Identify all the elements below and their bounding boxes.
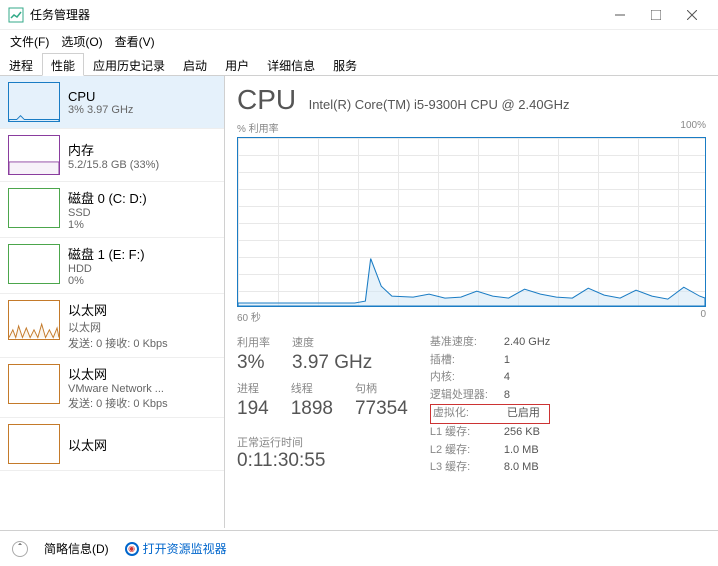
taskmgr-icon (8, 7, 24, 23)
disk-thumb (8, 244, 60, 284)
cpu-model: Intel(R) Core(TM) i5-9300H CPU @ 2.40GHz (309, 97, 570, 112)
cpu-thumb (8, 82, 60, 122)
ethernet-thumb (8, 364, 60, 404)
cpu-chart (237, 137, 706, 307)
cpu-heading: CPU (237, 84, 296, 116)
sidebar-item-memory[interactable]: 内存5.2/15.8 GB (33%) (0, 129, 224, 182)
virtualization-value: 已启用 (507, 405, 540, 423)
stat-threads: 1898 (291, 398, 333, 420)
menubar: 文件(F) 选项(O) 查看(V) (0, 30, 718, 52)
sidebar-item-disk1[interactable]: 磁盘 1 (E: F:)HDD0% (0, 238, 224, 294)
virtualization-row: 虚拟化:已启用 (430, 404, 550, 424)
open-resmon-link[interactable]: 打开资源监视器 (143, 540, 227, 557)
close-button[interactable] (674, 1, 710, 29)
sidebar-item-ethernet2[interactable]: 以太网 (0, 418, 224, 471)
memory-thumb (8, 135, 60, 175)
tab-history[interactable]: 应用历史记录 (84, 53, 174, 76)
tab-startup[interactable]: 启动 (174, 53, 216, 76)
cpu-details: 基准速度:2.40 GHz 插槽:1 内核:4 逻辑处理器:8 虚拟化:已启用 … (430, 334, 550, 477)
resmon-icon: ◉ (125, 542, 139, 556)
main-panel: CPU Intel(R) Core(TM) i5-9300H CPU @ 2.4… (225, 76, 718, 528)
menu-file[interactable]: 文件(F) (6, 31, 53, 52)
disk-thumb (8, 188, 60, 228)
tab-processes[interactable]: 进程 (0, 53, 42, 76)
footer: ˆ 简略信息(D) ◉ 打开资源监视器 (0, 530, 718, 566)
sidebar-label: CPU (68, 89, 133, 104)
sidebar-item-ethernet0[interactable]: 以太网以太网发送: 0 接收: 0 Kbps (0, 294, 224, 358)
menu-options[interactable]: 选项(O) (57, 31, 106, 52)
tab-users[interactable]: 用户 (216, 53, 258, 76)
stat-speed: 3.97 GHz (292, 352, 372, 374)
chart-area (238, 259, 705, 306)
stat-utilization: 3% (237, 352, 270, 374)
fewer-details-link[interactable]: 简略信息(D) (44, 540, 109, 557)
tab-performance[interactable]: 性能 (42, 53, 84, 76)
tab-services[interactable]: 服务 (324, 53, 366, 76)
stat-handles: 77354 (355, 398, 408, 420)
window-title: 任务管理器 (30, 6, 602, 23)
ethernet-thumb (8, 424, 60, 464)
maximize-button[interactable] (638, 1, 674, 29)
tabs: 进程 性能 应用历史记录 启动 用户 详细信息 服务 (0, 52, 718, 76)
stat-processes: 194 (237, 398, 269, 420)
sidebar-item-disk0[interactable]: 磁盘 0 (C: D:)SSD1% (0, 182, 224, 238)
chart-y-max: 100% (680, 120, 706, 135)
minimize-button[interactable] (602, 1, 638, 29)
titlebar: 任务管理器 (0, 0, 718, 30)
sidebar-item-cpu[interactable]: CPU3% 3.97 GHz (0, 76, 224, 129)
chart-y-label: % 利用率 (237, 120, 279, 135)
chart-x-left: 60 秒 (237, 309, 261, 324)
chevron-up-icon[interactable]: ˆ (12, 541, 28, 557)
chart-x-right: 0 (700, 309, 706, 324)
sidebar[interactable]: CPU3% 3.97 GHz 内存5.2/15.8 GB (33%) 磁盘 0 … (0, 76, 225, 528)
tab-details[interactable]: 详细信息 (258, 53, 324, 76)
menu-view[interactable]: 查看(V) (111, 31, 159, 52)
ethernet-thumb (8, 300, 60, 340)
sidebar-item-ethernet1[interactable]: 以太网VMware Network ...发送: 0 接收: 0 Kbps (0, 358, 224, 418)
stat-uptime: 0:11:30:55 (237, 450, 408, 472)
